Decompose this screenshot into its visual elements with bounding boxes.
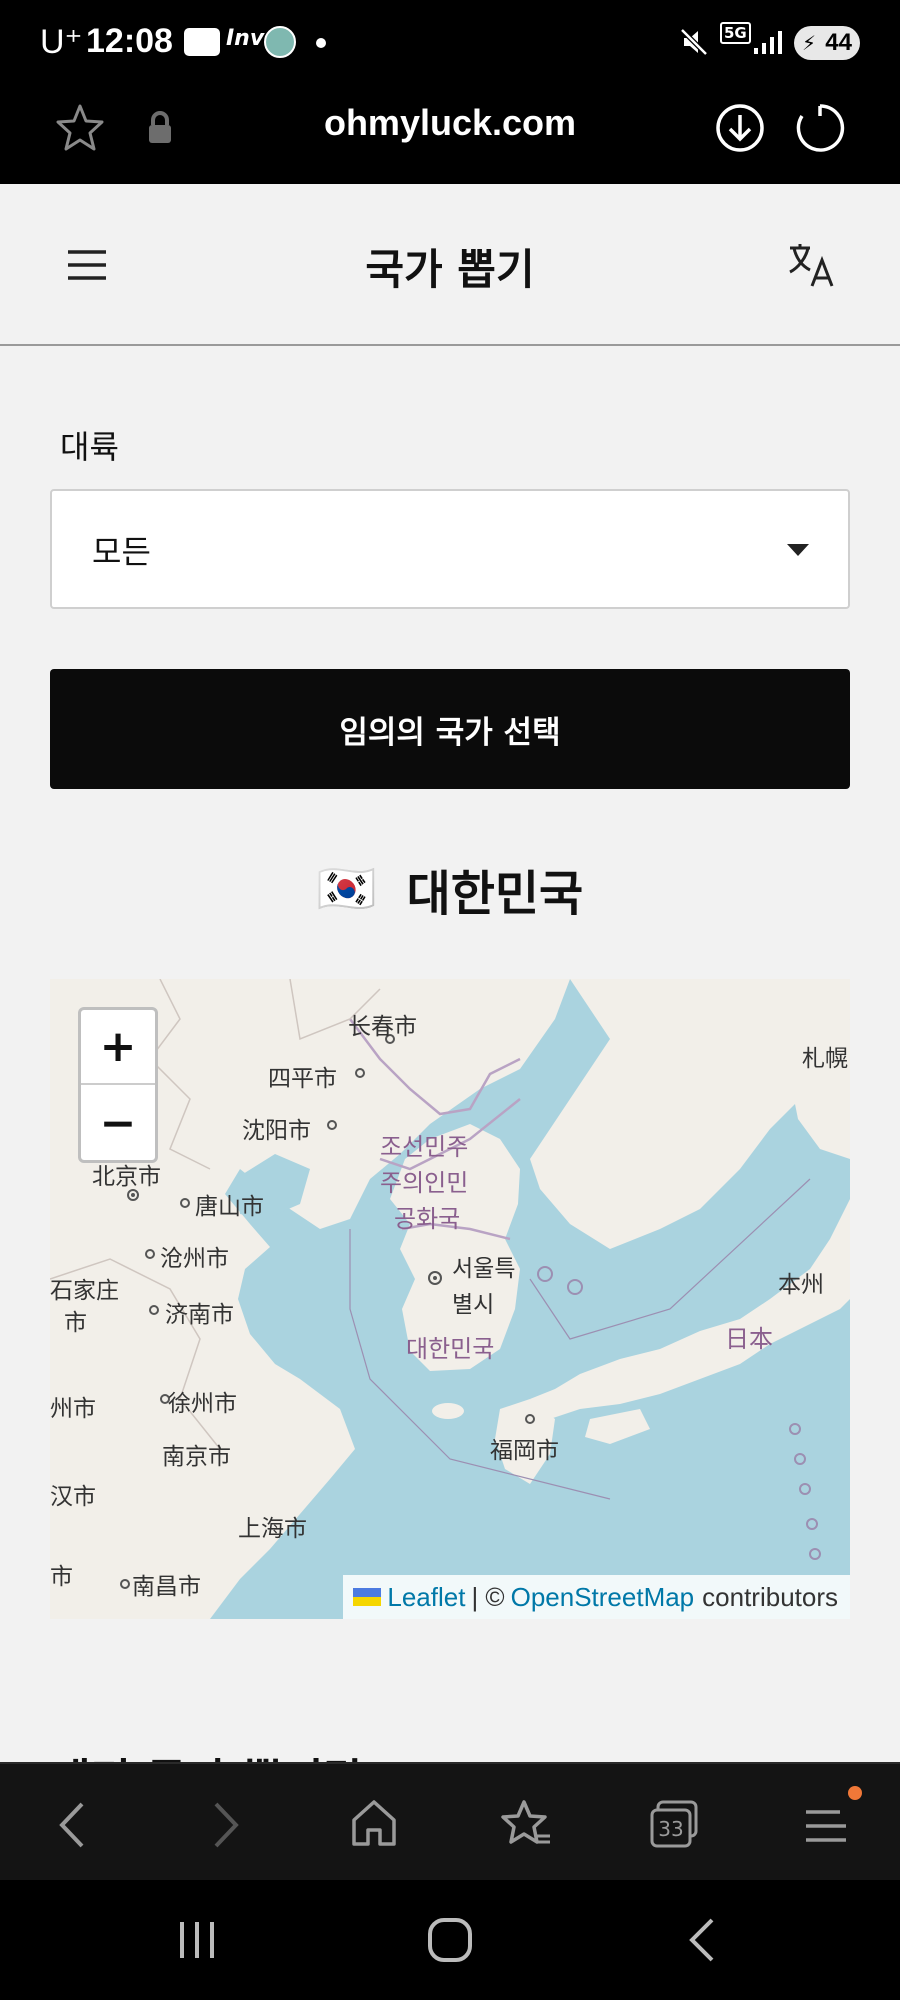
map-label: 济南市: [165, 1302, 234, 1328]
menu-icon[interactable]: [802, 1800, 850, 1848]
zoom-out-button[interactable]: −: [81, 1086, 155, 1161]
page-title: 국가 뽑기: [365, 245, 535, 294]
battery-level: 44: [825, 29, 852, 56]
browser-toolbar: 33: [0, 1762, 900, 1880]
map-label: 州市: [50, 1396, 96, 1422]
battery-indicator: ⚡ 44: [794, 26, 860, 60]
web-page: 국가 뽑기 대륙 모든 임의의 국가 선택 🇰🇷 대한민국 长春市 四平市 沈阳…: [0, 184, 900, 1762]
map-label: 별시: [452, 1292, 495, 1318]
inven-icon: Inv: [226, 26, 265, 51]
forward-icon[interactable]: [208, 1800, 244, 1850]
attribution-separator: | ©: [471, 1581, 505, 1612]
bookmarks-icon[interactable]: [500, 1798, 552, 1850]
map-label: 공화국: [394, 1205, 461, 1233]
map-label: 주의인민: [380, 1169, 469, 1197]
home-button-icon[interactable]: [426, 1916, 474, 1964]
result-country: 대한민국: [406, 866, 584, 922]
translate-icon[interactable]: [786, 240, 836, 290]
map-zoom-control: + −: [78, 1007, 158, 1163]
map-label: 四平市: [268, 1066, 337, 1092]
app-avatar-icon: [264, 26, 296, 58]
bookmark-star-icon[interactable]: [54, 102, 106, 154]
continent-select[interactable]: 모든: [50, 489, 850, 609]
leaflet-link[interactable]: Leaflet: [387, 1582, 465, 1613]
map-label: 沧州市: [160, 1246, 229, 1272]
ukraine-flag-icon: [353, 1588, 382, 1606]
map-label: 市: [64, 1310, 87, 1336]
map-label: 唐山市: [195, 1194, 264, 1220]
map-label: 市: [50, 1564, 73, 1590]
hamburger-menu-icon[interactable]: [66, 248, 108, 282]
map-label: 서울특: [452, 1256, 516, 1282]
section-heading: 재미 국가 뽑기란?: [50, 1744, 390, 1762]
country-map[interactable]: 长春市 四平市 沈阳市 北京市 唐山市 沧州市 石家庄 市 济南市 州市 徐州市…: [50, 979, 850, 1619]
map-label: 徐州市: [168, 1391, 237, 1417]
attribution-suffix: contributors: [702, 1581, 838, 1612]
network-type: 5G: [720, 22, 751, 44]
map-attribution: Leaflet | © OpenStreetMap contributors: [343, 1575, 850, 1619]
map-label: 日本: [725, 1325, 773, 1353]
notification-dot-icon: [316, 38, 326, 48]
webtoon-icon: [184, 28, 220, 56]
continent-selected-value: 모든: [92, 533, 151, 571]
reload-icon[interactable]: [794, 102, 846, 154]
signal-icon: [754, 31, 782, 54]
map-label: 本州: [778, 1272, 824, 1298]
continent-label: 대륙: [60, 428, 119, 466]
pick-random-country-button[interactable]: 임의의 국가 선택: [50, 669, 850, 789]
map-label: 南京市: [162, 1444, 231, 1470]
result-heading: 🇰🇷 대한민국: [0, 854, 900, 924]
site-header: 국가 뽑기: [0, 184, 900, 346]
mute-icon: [680, 28, 708, 56]
system-back-icon[interactable]: [684, 1916, 720, 1964]
lock-icon[interactable]: [146, 110, 174, 146]
map-label: 上海市: [238, 1516, 307, 1542]
url-text[interactable]: ohmyluck.com: [250, 102, 650, 144]
map-label: 石家庄: [50, 1278, 119, 1304]
status-bar: U⁺ 12:08 Inv 5G ⚡ 44: [0, 0, 900, 84]
map-label: 南昌市: [132, 1574, 201, 1600]
result-flag: 🇰🇷: [316, 861, 377, 917]
map-label: 福岡市: [490, 1438, 559, 1464]
map-label: 汉市: [50, 1484, 96, 1510]
map-label: 沈阳市: [242, 1118, 311, 1144]
zoom-in-button[interactable]: +: [81, 1010, 155, 1085]
system-nav-bar: [0, 1880, 900, 2000]
back-icon[interactable]: [54, 1800, 90, 1850]
carrier-label: U⁺: [40, 23, 83, 61]
download-icon[interactable]: [714, 102, 766, 154]
recent-apps-icon[interactable]: [176, 1918, 218, 1962]
map-label: 대한민국: [406, 1335, 495, 1363]
tabs-icon[interactable]: 33: [648, 1798, 700, 1850]
menu-badge-dot: [848, 1786, 862, 1800]
openstreetmap-link[interactable]: OpenStreetMap: [511, 1582, 695, 1613]
home-icon[interactable]: [350, 1798, 398, 1848]
map-label: 长春市: [348, 1014, 417, 1040]
caret-down-icon: [787, 544, 809, 556]
svg-text:33: 33: [658, 1817, 683, 1841]
browser-url-bar: ohmyluck.com: [0, 84, 900, 184]
clock: 12:08: [86, 22, 173, 60]
map-label: 札幌: [802, 1046, 848, 1072]
map-label: 조선민주: [380, 1133, 469, 1161]
charging-icon: ⚡: [802, 31, 817, 55]
